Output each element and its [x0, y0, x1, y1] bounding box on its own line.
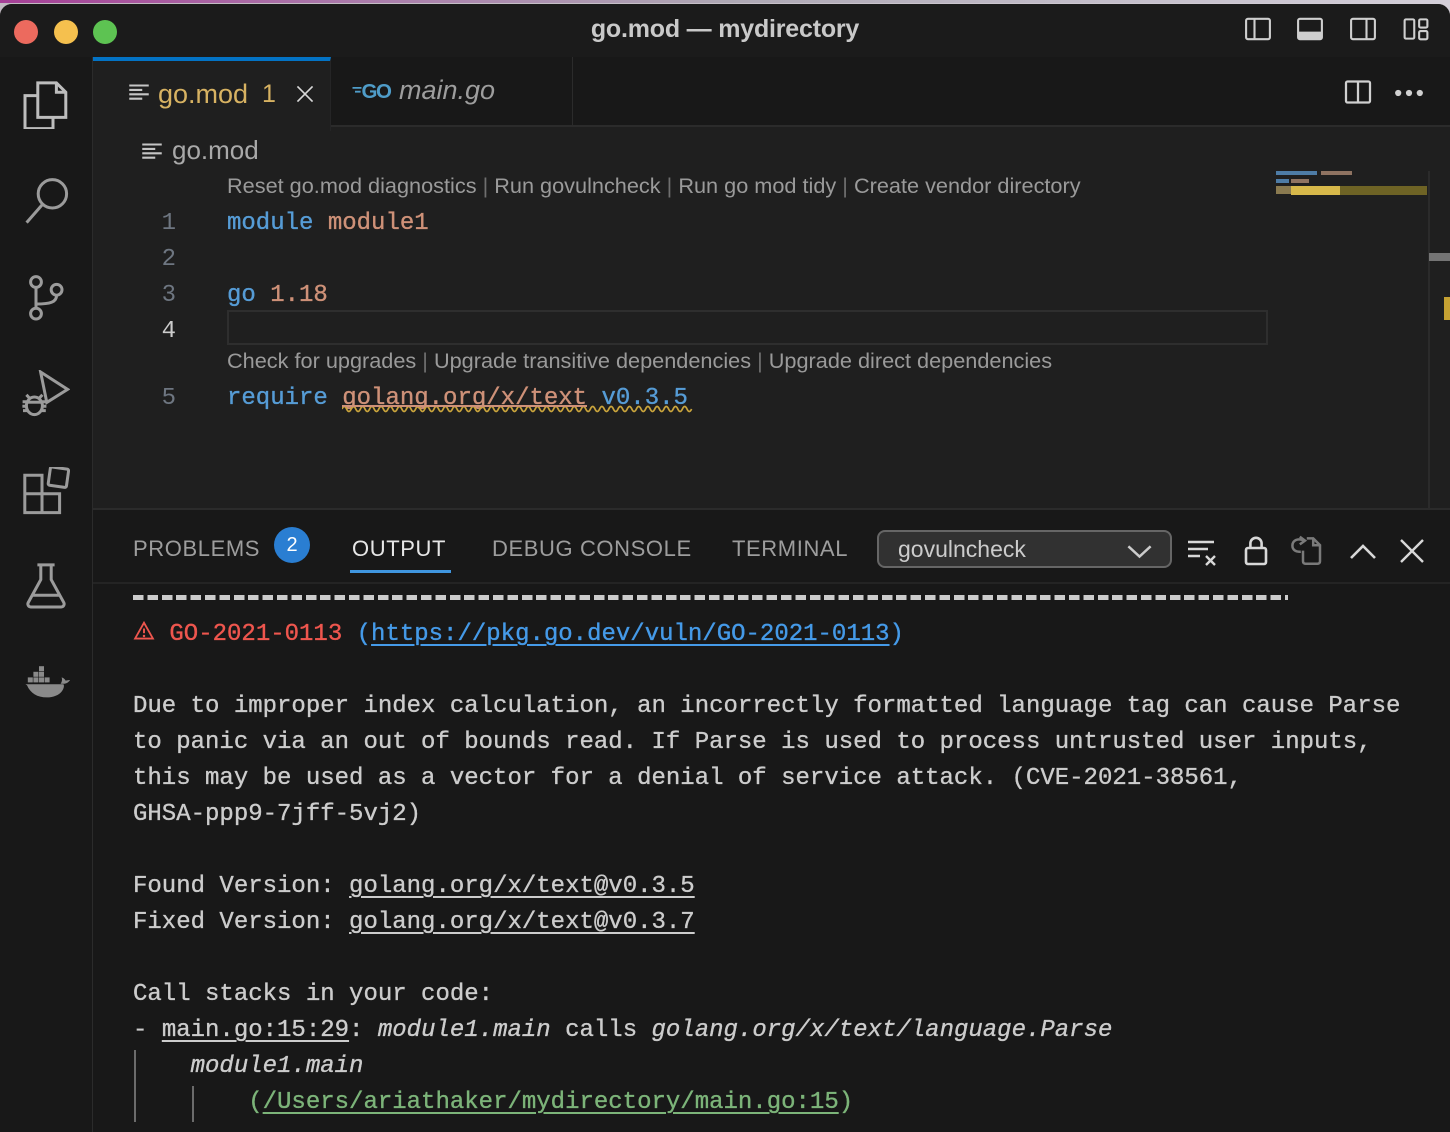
svg-text:GO: GO	[362, 80, 392, 103]
